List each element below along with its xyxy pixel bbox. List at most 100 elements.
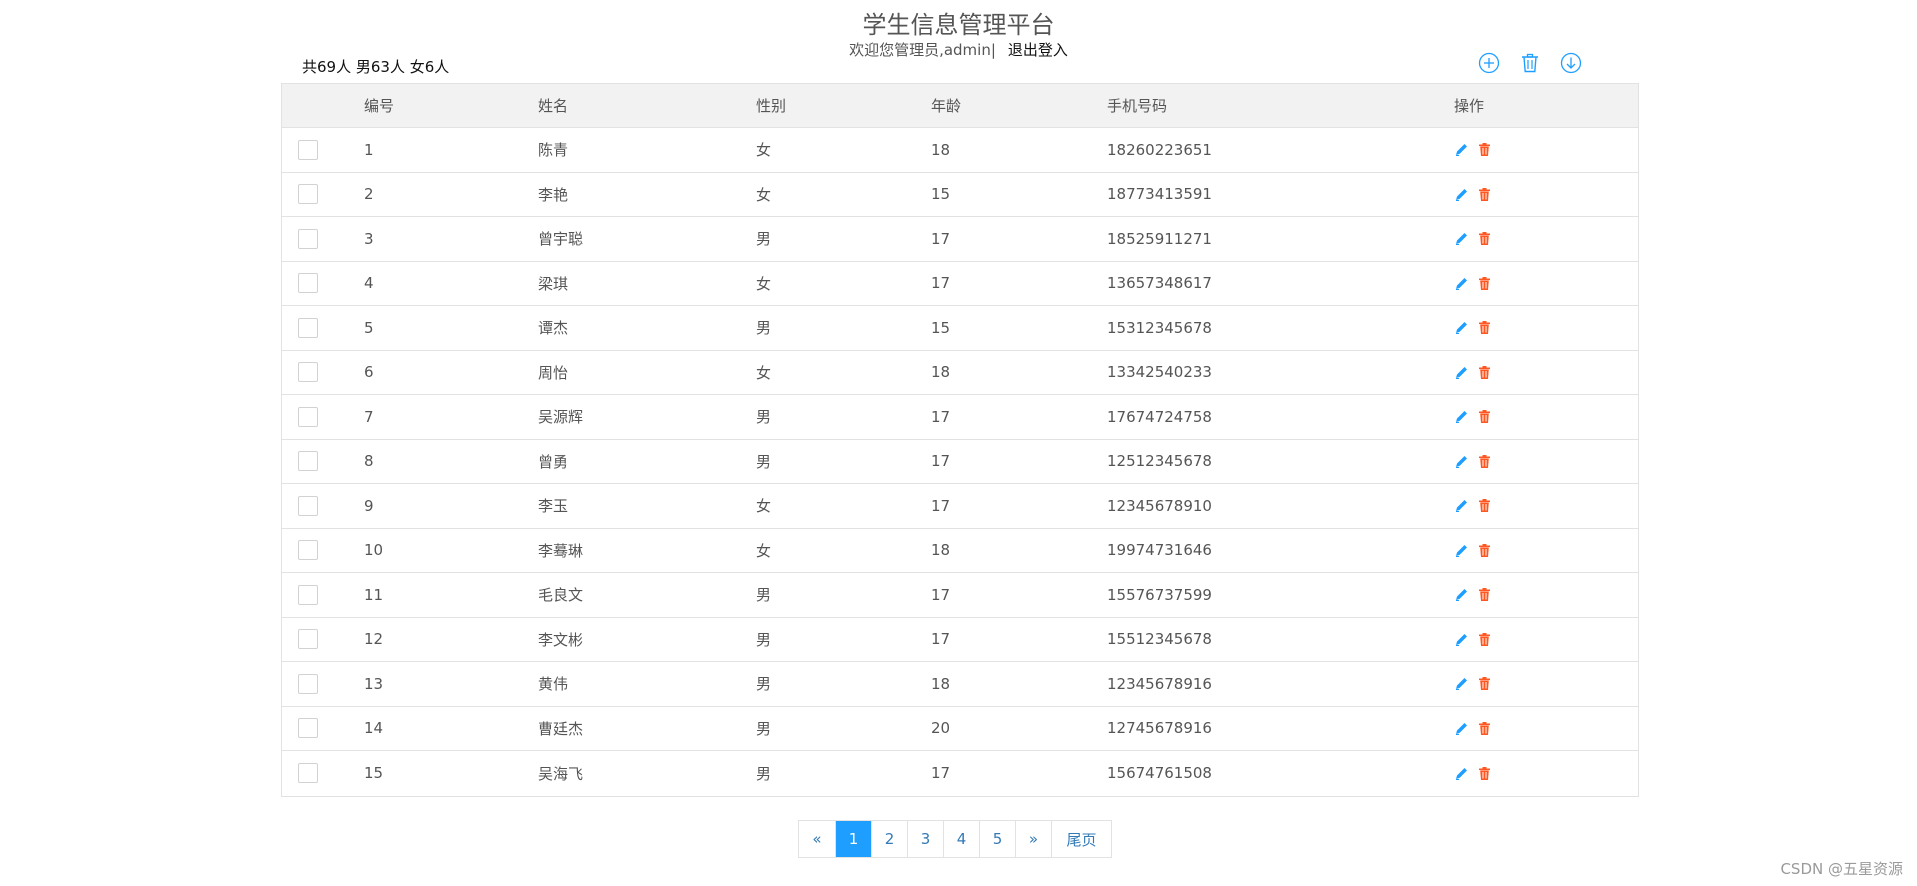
row-checkbox-cell <box>282 495 364 516</box>
cell-sex: 男 <box>756 764 772 783</box>
cell-actions <box>1454 454 1638 469</box>
trash-icon[interactable] <box>1477 320 1492 335</box>
add-icon[interactable] <box>1478 52 1500 74</box>
page: 学生信息管理平台 欢迎您管理员,admin| 退出登入 共69人 男63人 女6人… <box>0 0 1917 886</box>
column-header-phone: 手机号码 <box>1107 97 1168 115</box>
cell-age: 17 <box>931 274 951 293</box>
pagination-prev[interactable]: « <box>799 821 835 857</box>
row-checkbox-cell <box>282 584 364 605</box>
pencil-icon[interactable] <box>1454 543 1469 558</box>
cell-id: 6 <box>364 363 374 382</box>
cell-age: 17 <box>931 496 951 515</box>
cell-actions <box>1454 320 1638 335</box>
cell-name: 毛良文 <box>538 586 584 605</box>
row-checkbox[interactable] <box>298 584 318 605</box>
row-checkbox[interactable] <box>298 495 318 516</box>
trash-icon[interactable] <box>1477 498 1492 513</box>
row-checkbox[interactable] <box>298 362 318 383</box>
pencil-icon[interactable] <box>1454 409 1469 424</box>
pencil-icon[interactable] <box>1454 187 1469 202</box>
cell-name: 曾勇 <box>538 452 569 471</box>
cell-sex: 男 <box>756 586 772 605</box>
cell-name: 李玉 <box>538 497 569 516</box>
cell-actions <box>1454 498 1638 513</box>
pagination-page-1[interactable]: 1 <box>835 821 871 857</box>
table-row: 8 曾勇 男 17 12512345678 <box>282 440 1638 484</box>
cell-actions <box>1454 187 1638 202</box>
pencil-icon[interactable] <box>1454 276 1469 291</box>
cell-sex: 男 <box>756 230 772 249</box>
row-checkbox[interactable] <box>298 629 318 650</box>
cell-age: 15 <box>931 185 951 204</box>
row-checkbox[interactable] <box>298 451 318 472</box>
row-checkbox[interactable] <box>298 673 318 694</box>
trash-icon[interactable] <box>1477 721 1492 736</box>
row-checkbox[interactable] <box>298 763 318 784</box>
pencil-icon[interactable] <box>1454 498 1469 513</box>
pencil-icon[interactable] <box>1454 587 1469 602</box>
trash-icon[interactable] <box>1477 766 1492 781</box>
cell-name: 吴海飞 <box>538 764 584 783</box>
table-row: 9 李玉 女 17 12345678910 <box>282 484 1638 529</box>
pagination-next[interactable]: » <box>1015 821 1051 857</box>
trash-icon[interactable] <box>1477 676 1492 691</box>
cell-actions <box>1454 587 1638 602</box>
trash-icon[interactable] <box>1519 52 1541 74</box>
cell-actions <box>1454 766 1638 781</box>
table-row: 6 周怡 女 18 13342540233 <box>282 351 1638 395</box>
trash-icon[interactable] <box>1477 142 1492 157</box>
cell-id: 2 <box>364 185 374 204</box>
pencil-icon[interactable] <box>1454 142 1469 157</box>
cell-id: 8 <box>364 452 374 471</box>
cell-name: 梁琪 <box>538 274 569 293</box>
table-header-row: 编号 姓名 性别 年龄 手机号码 操作 <box>282 84 1638 128</box>
row-checkbox[interactable] <box>298 184 318 205</box>
trash-icon[interactable] <box>1477 231 1492 246</box>
row-checkbox[interactable] <box>298 406 318 427</box>
pencil-icon[interactable] <box>1454 721 1469 736</box>
row-checkbox-cell <box>282 629 364 650</box>
pagination-page-3[interactable]: 3 <box>907 821 943 857</box>
row-checkbox[interactable] <box>298 273 318 294</box>
cell-phone: 12345678910 <box>1107 496 1212 515</box>
pencil-icon[interactable] <box>1454 766 1469 781</box>
pencil-icon[interactable] <box>1454 231 1469 246</box>
cell-name: 李文彬 <box>538 630 584 649</box>
welcome-line: 欢迎您管理员,admin| 退出登入 <box>0 40 1917 60</box>
trash-icon[interactable] <box>1477 587 1492 602</box>
row-checkbox[interactable] <box>298 540 318 561</box>
pagination-page-5[interactable]: 5 <box>979 821 1015 857</box>
pencil-icon[interactable] <box>1454 454 1469 469</box>
cell-actions <box>1454 676 1638 691</box>
cell-age: 18 <box>931 541 951 560</box>
row-checkbox[interactable] <box>298 317 318 338</box>
download-icon[interactable] <box>1560 52 1582 74</box>
table-row: 4 梁琪 女 17 13657348617 <box>282 262 1638 306</box>
pencil-icon[interactable] <box>1454 676 1469 691</box>
row-checkbox-cell <box>282 317 364 338</box>
pencil-icon[interactable] <box>1454 320 1469 335</box>
cell-phone: 18525911271 <box>1107 229 1212 248</box>
trash-icon[interactable] <box>1477 454 1492 469</box>
pencil-icon[interactable] <box>1454 365 1469 380</box>
trash-icon[interactable] <box>1477 276 1492 291</box>
pagination-page-4[interactable]: 4 <box>943 821 979 857</box>
logout-link[interactable]: 退出登入 <box>1008 41 1068 59</box>
row-checkbox[interactable] <box>298 228 318 249</box>
table-row: 1 陈青 女 18 18260223651 <box>282 128 1638 173</box>
cell-name: 陈青 <box>538 141 569 160</box>
row-checkbox[interactable] <box>298 718 318 739</box>
cell-phone: 15576737599 <box>1107 585 1212 604</box>
cell-phone: 19974731646 <box>1107 541 1212 560</box>
column-header-id: 编号 <box>364 97 395 115</box>
trash-icon[interactable] <box>1477 365 1492 380</box>
cell-sex: 男 <box>756 675 772 694</box>
trash-icon[interactable] <box>1477 543 1492 558</box>
trash-icon[interactable] <box>1477 409 1492 424</box>
pagination-page-2[interactable]: 2 <box>871 821 907 857</box>
pagination-last[interactable]: 尾页 <box>1051 821 1111 857</box>
pencil-icon[interactable] <box>1454 632 1469 647</box>
trash-icon[interactable] <box>1477 187 1492 202</box>
row-checkbox[interactable] <box>298 139 318 160</box>
trash-icon[interactable] <box>1477 632 1492 647</box>
